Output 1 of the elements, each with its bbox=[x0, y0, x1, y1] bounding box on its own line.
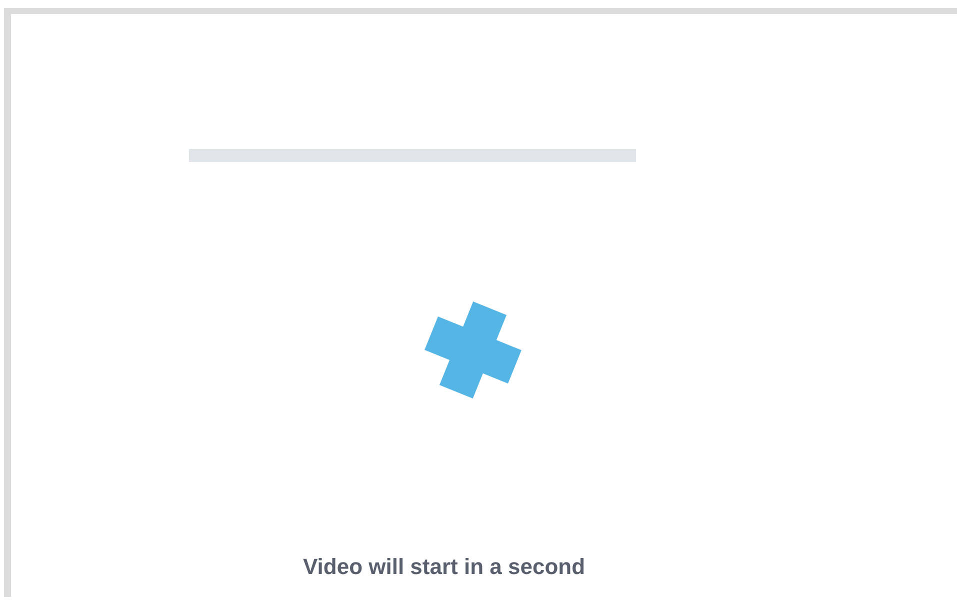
status-message: Video will start in a second bbox=[303, 554, 586, 580]
